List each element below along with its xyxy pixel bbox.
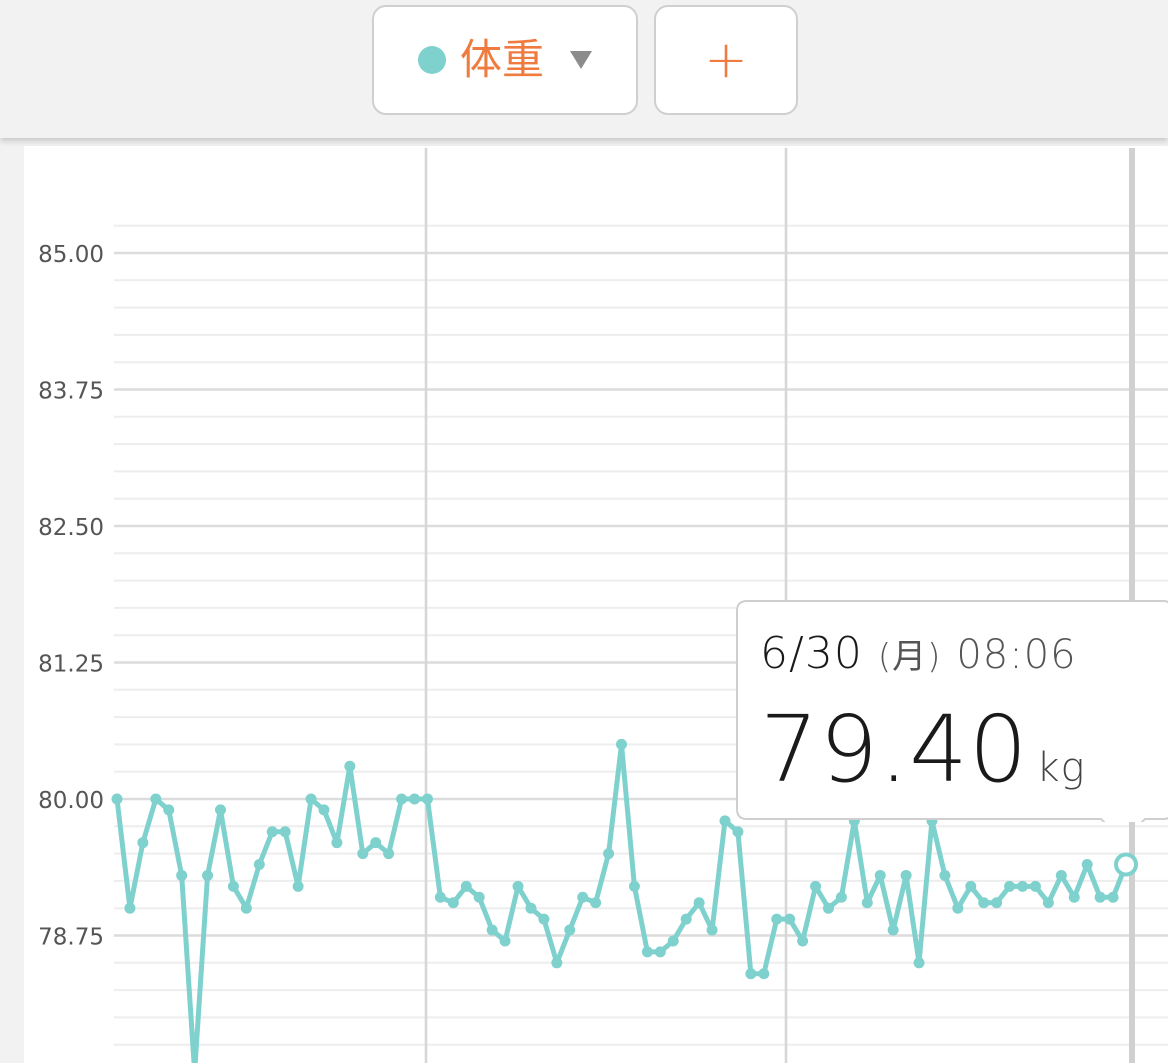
top-toolbar: 体重 + xyxy=(0,0,1168,138)
data-point xyxy=(719,815,731,827)
data-point xyxy=(810,880,822,892)
data-point xyxy=(887,924,899,936)
data-point xyxy=(590,897,602,909)
data-point xyxy=(396,793,408,805)
data-point xyxy=(771,913,783,925)
data-point xyxy=(654,946,666,958)
data-point xyxy=(900,869,912,881)
data-point xyxy=(344,760,356,772)
data-point xyxy=(1081,859,1093,871)
data-point xyxy=(176,869,188,881)
y-tick-label: 83.75 xyxy=(38,379,104,405)
data-point xyxy=(991,897,1003,909)
y-tick-label: 85.00 xyxy=(38,242,104,268)
metric-color-dot xyxy=(417,46,446,74)
data-point xyxy=(421,793,433,805)
data-point xyxy=(409,793,421,805)
weight-line-chart[interactable]: 85.0083.7582.5081.2580.0078.7577.50 xyxy=(0,0,1168,1063)
data-point xyxy=(370,837,382,849)
data-point xyxy=(1094,891,1106,903)
data-point xyxy=(111,793,123,805)
data-point xyxy=(512,880,524,892)
data-point xyxy=(861,897,873,909)
data-point xyxy=(1042,897,1054,909)
data-point xyxy=(214,804,226,816)
data-point xyxy=(525,902,537,914)
data-point xyxy=(564,924,576,936)
data-point xyxy=(628,880,640,892)
data-point xyxy=(279,826,291,838)
data-point xyxy=(732,826,744,838)
data-point xyxy=(331,837,343,849)
data-point xyxy=(577,891,589,903)
data-point xyxy=(551,957,563,969)
plus-icon: + xyxy=(704,30,748,90)
data-point xyxy=(641,946,653,958)
data-point xyxy=(305,793,317,805)
data-point xyxy=(680,913,692,925)
triangle-down-icon xyxy=(570,51,592,69)
data-point xyxy=(447,897,459,909)
data-point xyxy=(1017,880,1029,892)
metric-label: 体重 xyxy=(459,35,544,84)
data-point xyxy=(292,880,304,892)
data-point xyxy=(1004,880,1016,892)
y-tick-label: 80.00 xyxy=(38,788,104,814)
data-point xyxy=(797,935,809,947)
data-point xyxy=(357,848,369,860)
data-point xyxy=(693,897,705,909)
y-tick-label: 82.50 xyxy=(38,515,104,541)
data-point xyxy=(952,902,964,914)
add-button[interactable]: + xyxy=(654,5,798,115)
data-point xyxy=(150,793,162,805)
data-point xyxy=(460,880,472,892)
data-point xyxy=(745,968,757,980)
data-point xyxy=(266,826,278,838)
data-point xyxy=(848,815,860,827)
data-point xyxy=(318,804,330,816)
data-point xyxy=(874,869,886,881)
data-point xyxy=(163,804,175,816)
data-point xyxy=(473,891,485,903)
data-point xyxy=(913,957,925,969)
data-point xyxy=(616,738,627,750)
data-point xyxy=(538,913,550,925)
data-point xyxy=(124,902,136,914)
data-point xyxy=(1029,880,1041,892)
data-point xyxy=(603,848,615,860)
data-point xyxy=(667,935,679,947)
series-line xyxy=(114,741,1129,1063)
data-point xyxy=(758,968,770,980)
data-point xyxy=(835,891,847,903)
data-point xyxy=(499,935,511,947)
data-point xyxy=(822,902,834,914)
selected-data-point xyxy=(1114,852,1138,877)
data-point xyxy=(486,924,498,936)
metric-selector-button[interactable]: 体重 xyxy=(372,5,638,115)
data-point xyxy=(1068,891,1080,903)
data-point xyxy=(227,880,239,892)
data-point xyxy=(137,837,149,849)
data-point xyxy=(1107,891,1119,903)
data-point xyxy=(965,880,977,892)
data-point xyxy=(784,913,796,925)
data-point xyxy=(240,902,252,914)
data-point xyxy=(434,891,446,903)
data-point xyxy=(978,897,990,909)
data-point xyxy=(202,869,214,881)
y-tick-label: 78.75 xyxy=(38,925,104,951)
data-point xyxy=(939,869,951,881)
y-tick-label: 81.25 xyxy=(38,652,104,678)
data-point xyxy=(253,859,265,871)
data-point xyxy=(706,924,718,936)
data-point xyxy=(1055,869,1067,881)
data-point xyxy=(926,815,938,827)
data-point xyxy=(383,848,395,860)
